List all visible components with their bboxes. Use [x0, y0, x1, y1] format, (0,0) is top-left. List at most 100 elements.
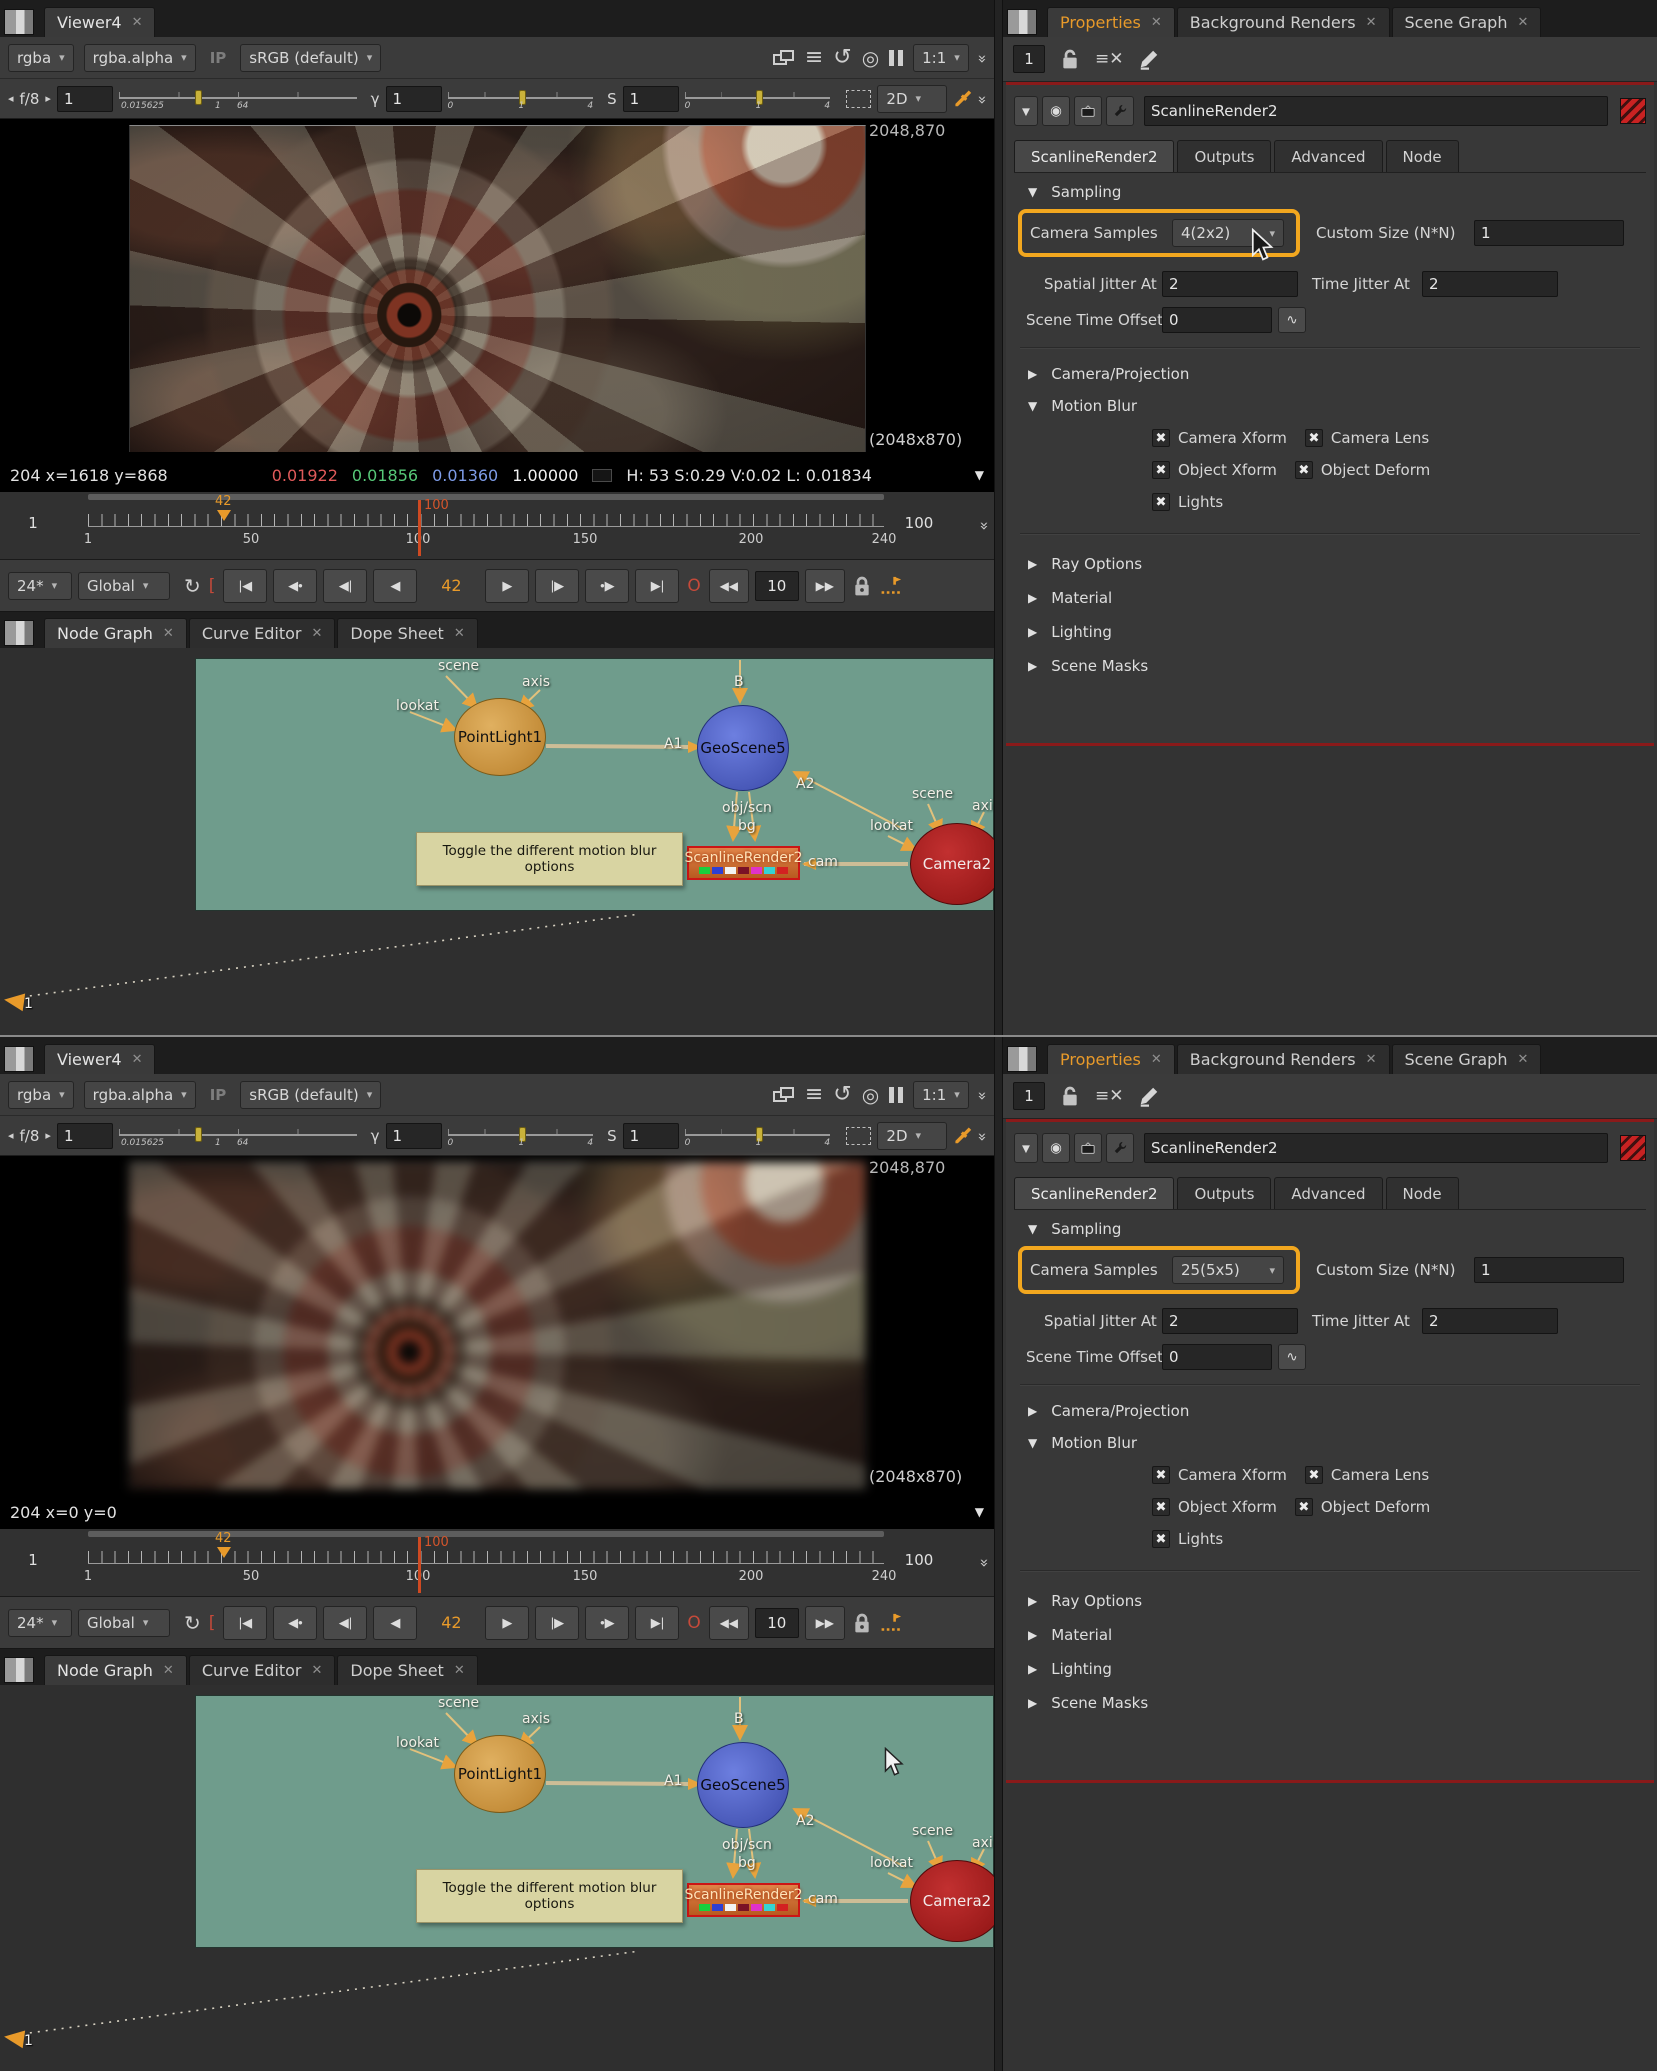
- refresh-icon[interactable]: ↺: [833, 45, 851, 70]
- next-aperture-icon[interactable]: ▸: [45, 92, 51, 105]
- node-camera2[interactable]: Camera2: [910, 823, 994, 905]
- object-deform-checkbox[interactable]: ✖: [1295, 1498, 1313, 1516]
- info-dropdown-icon[interactable]: ▼: [975, 1505, 984, 1519]
- settings-wrench-button[interactable]: [1106, 96, 1134, 126]
- play-backward-button[interactable]: ◀: [373, 1606, 417, 1640]
- close-icon[interactable]: ✕: [163, 626, 174, 641]
- go-first-frame-button[interactable]: |◀: [223, 569, 267, 603]
- viewer-canvas[interactable]: 2048,870 (2048x870): [0, 119, 994, 458]
- eyedropper-icon[interactable]: [953, 1126, 972, 1146]
- curve-editor-button[interactable]: ∿: [1278, 307, 1306, 333]
- viewer-input-flag-icon[interactable]: [3, 991, 25, 1012]
- saturation-slider[interactable]: 0 1 4: [685, 1125, 831, 1147]
- spatial-jitter-input[interactable]: [1162, 271, 1298, 297]
- collapse-chevrons-icon[interactable]: »: [973, 1132, 991, 1139]
- playback-loop-icon[interactable]: ↻: [184, 574, 201, 598]
- timeline-range-bar[interactable]: [88, 1531, 884, 1537]
- camera-xform-checkbox[interactable]: ✖: [1152, 429, 1170, 447]
- node-pointlight1[interactable]: PointLight1: [454, 698, 546, 776]
- edit-pencil-icon[interactable]: [1138, 1085, 1160, 1107]
- current-frame-marker[interactable]: [217, 1547, 231, 1558]
- zoom-ratio-dropdown[interactable]: 1:1 ▾: [913, 1081, 969, 1109]
- go-last-frame-button[interactable]: ▶|: [635, 569, 679, 603]
- time-jitter-input[interactable]: [1422, 271, 1558, 297]
- section-motion-blur[interactable]: ▼ Motion Blur: [1028, 1434, 1137, 1452]
- settings-wrench-button[interactable]: [1106, 1133, 1134, 1163]
- channels-dropdown[interactable]: rgba ▾: [8, 1081, 74, 1109]
- object-xform-checkbox[interactable]: ✖: [1152, 1498, 1170, 1516]
- max-panels-field[interactable]: 1: [1013, 45, 1045, 73]
- tab-outputs[interactable]: Outputs: [1177, 140, 1271, 172]
- pane-menu-icon[interactable]: [4, 1657, 34, 1683]
- close-icon[interactable]: ✕: [1517, 15, 1528, 30]
- jump-forward-button[interactable]: ▶▶: [805, 569, 845, 603]
- gamma-slider[interactable]: 0 1 4: [448, 1125, 594, 1147]
- sticky-note[interactable]: Toggle the different motion blur options: [416, 1869, 683, 1923]
- timeline-ruler[interactable]: [88, 1551, 884, 1563]
- camera-samples-dropdown[interactable]: 25(5x5) ▾: [1172, 1256, 1284, 1284]
- range-start-input[interactable]: 1: [8, 508, 58, 538]
- float-window-icon[interactable]: [773, 50, 795, 66]
- step-back-button[interactable]: ◀|: [323, 569, 367, 603]
- play-button[interactable]: ▶: [485, 1606, 529, 1640]
- lock-range-icon[interactable]: [851, 574, 873, 598]
- channels-dropdown[interactable]: rgba ▾: [8, 44, 74, 72]
- collapse-chevrons-icon[interactable]: »: [975, 1558, 993, 1565]
- gamma-input[interactable]: [386, 1123, 442, 1149]
- node-camera2[interactable]: Camera2: [910, 1860, 994, 1942]
- section-camera-projection[interactable]: ▶ Camera/Projection: [1028, 365, 1189, 383]
- section-sampling[interactable]: ▼ Sampling: [1028, 183, 1121, 201]
- pane-menu-icon[interactable]: [4, 1046, 34, 1072]
- max-panels-field[interactable]: 1: [1013, 1082, 1045, 1110]
- collapse-panel-button[interactable]: ▼: [1014, 1133, 1038, 1163]
- fps-dropdown[interactable]: 24* ▾: [8, 572, 72, 600]
- scene-time-offset-input[interactable]: [1162, 1344, 1272, 1370]
- playback-loop-icon[interactable]: ↻: [184, 1611, 201, 1635]
- tab-scene-graph[interactable]: Scene Graph ✕: [1392, 7, 1542, 37]
- section-scene-masks[interactable]: ▶ Scene Masks: [1028, 1694, 1148, 1712]
- node-color-swatch[interactable]: [1620, 1135, 1646, 1161]
- lut-dropdown[interactable]: sRGB (default) ▾: [240, 1081, 381, 1109]
- close-icon[interactable]: ✕: [311, 1663, 322, 1678]
- section-material[interactable]: ▶ Material: [1028, 589, 1112, 607]
- node-name-field[interactable]: ScanlineRender2: [1144, 1133, 1608, 1163]
- prev-aperture-icon[interactable]: ◂: [8, 1129, 14, 1142]
- custom-size-input[interactable]: [1474, 220, 1624, 246]
- curve-editor-button[interactable]: ∿: [1278, 1344, 1306, 1370]
- close-icon[interactable]: ✕: [1366, 15, 1377, 30]
- viewer-canvas[interactable]: 2048,870 (2048x870): [0, 1156, 994, 1495]
- section-camera-projection[interactable]: ▶ Camera/Projection: [1028, 1402, 1189, 1420]
- close-icon[interactable]: ✕: [1517, 1052, 1528, 1067]
- center-node-button[interactable]: ◉: [1042, 96, 1070, 126]
- object-xform-checkbox[interactable]: ✖: [1152, 461, 1170, 479]
- jump-back-button[interactable]: ◀◀: [709, 569, 749, 603]
- center-node-button[interactable]: ◉: [1042, 1133, 1070, 1163]
- frame-range-flag-icon[interactable]: [879, 1611, 905, 1635]
- pane-menu-icon[interactable]: [1007, 1046, 1037, 1072]
- node-geoscene5[interactable]: GeoScene5: [697, 1742, 789, 1828]
- fps-dropdown[interactable]: 24* ▾: [8, 1609, 72, 1637]
- pane-menu-icon[interactable]: [4, 9, 34, 35]
- spatial-jitter-input[interactable]: [1162, 1308, 1298, 1334]
- input-process-toggle[interactable]: IP: [206, 1086, 231, 1104]
- frame-range-flag-icon[interactable]: [879, 574, 905, 598]
- close-icon[interactable]: ✕: [1151, 15, 1162, 30]
- gain-slider[interactable]: 0.015625 1 64: [119, 88, 357, 110]
- next-keyframe-button[interactable]: •▶: [585, 1606, 629, 1640]
- tab-properties[interactable]: Properties ✕: [1047, 7, 1175, 37]
- camera-xform-checkbox[interactable]: ✖: [1152, 1466, 1170, 1484]
- range-start-input[interactable]: 1: [8, 1545, 58, 1575]
- go-last-frame-button[interactable]: ▶|: [635, 1606, 679, 1640]
- view-mode-dropdown[interactable]: 2D ▾: [877, 85, 947, 113]
- refresh-icon[interactable]: ↺: [833, 1082, 851, 1107]
- range-mode-dropdown[interactable]: Global ▾: [78, 1609, 170, 1637]
- section-scene-masks[interactable]: ▶ Scene Masks: [1028, 657, 1148, 675]
- jump-back-button[interactable]: ◀◀: [709, 1606, 749, 1640]
- lights-checkbox[interactable]: ✖: [1152, 1530, 1170, 1548]
- section-ray-options[interactable]: ▶ Ray Options: [1028, 1592, 1142, 1610]
- jump-forward-button[interactable]: ▶▶: [805, 1606, 845, 1640]
- tab-background-renders[interactable]: Background Renders ✕: [1177, 7, 1390, 37]
- tab-background-renders[interactable]: Background Renders ✕: [1177, 1044, 1390, 1074]
- tab-node-graph[interactable]: Node Graph ✕: [44, 1655, 187, 1685]
- view-mode-dropdown[interactable]: 2D ▾: [877, 1122, 947, 1150]
